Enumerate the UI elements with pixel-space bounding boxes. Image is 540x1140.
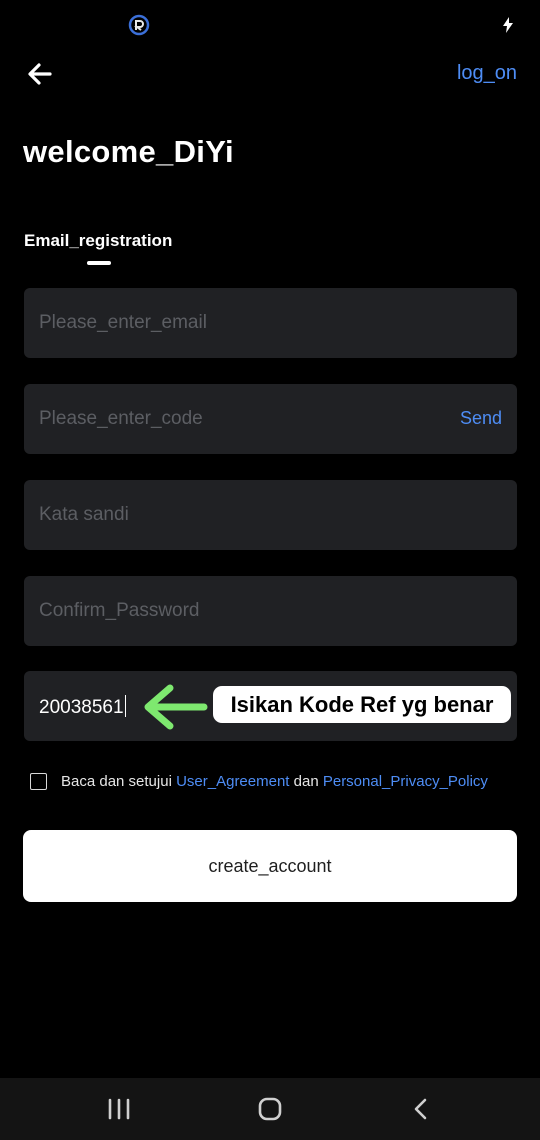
system-nav-bar [0,1078,540,1140]
password-input[interactable] [24,480,517,550]
confirm-password-input[interactable] [24,576,517,646]
verification-code-input[interactable] [24,384,517,454]
tab-email-registration[interactable]: Email_registration [24,231,172,251]
flash-icon [503,17,513,33]
status-bar [0,0,540,52]
password-field[interactable] [24,480,517,550]
code-field[interactable]: Send [24,384,517,454]
app-logo-icon [128,14,150,36]
create-account-button[interactable]: create_account [23,830,517,902]
arrow-left-icon [28,63,52,85]
user-agreement-link[interactable]: User_Agreement [176,773,289,790]
email-input[interactable] [24,288,517,358]
referral-code-input[interactable]: 20038561 [39,695,127,719]
agreement-conjunction: dan [289,773,323,790]
send-code-button[interactable]: Send [460,408,502,429]
text-cursor [124,695,127,717]
page-title: welcome_DiYi [23,134,234,169]
confirm-password-field[interactable] [24,576,517,646]
login-link[interactable]: log_on [457,62,517,85]
agreement-text: Baca dan setujui User_Agreement dan Pers… [61,773,488,790]
annotation-callout: Isikan Kode Ref yg benar [213,686,511,723]
agreement-checkbox[interactable] [30,773,47,790]
email-field[interactable] [24,288,517,358]
active-tab-indicator [87,261,111,265]
back-button[interactable] [24,58,56,90]
recent-apps-icon[interactable] [106,1097,132,1121]
referral-code-value: 20038561 [39,697,124,718]
back-icon[interactable] [411,1097,431,1121]
green-arrow-left-icon [144,684,208,730]
home-icon[interactable] [257,1097,283,1121]
agreement-prefix: Baca dan setujui [61,773,177,790]
privacy-policy-link[interactable]: Personal_Privacy_Policy [323,773,488,790]
